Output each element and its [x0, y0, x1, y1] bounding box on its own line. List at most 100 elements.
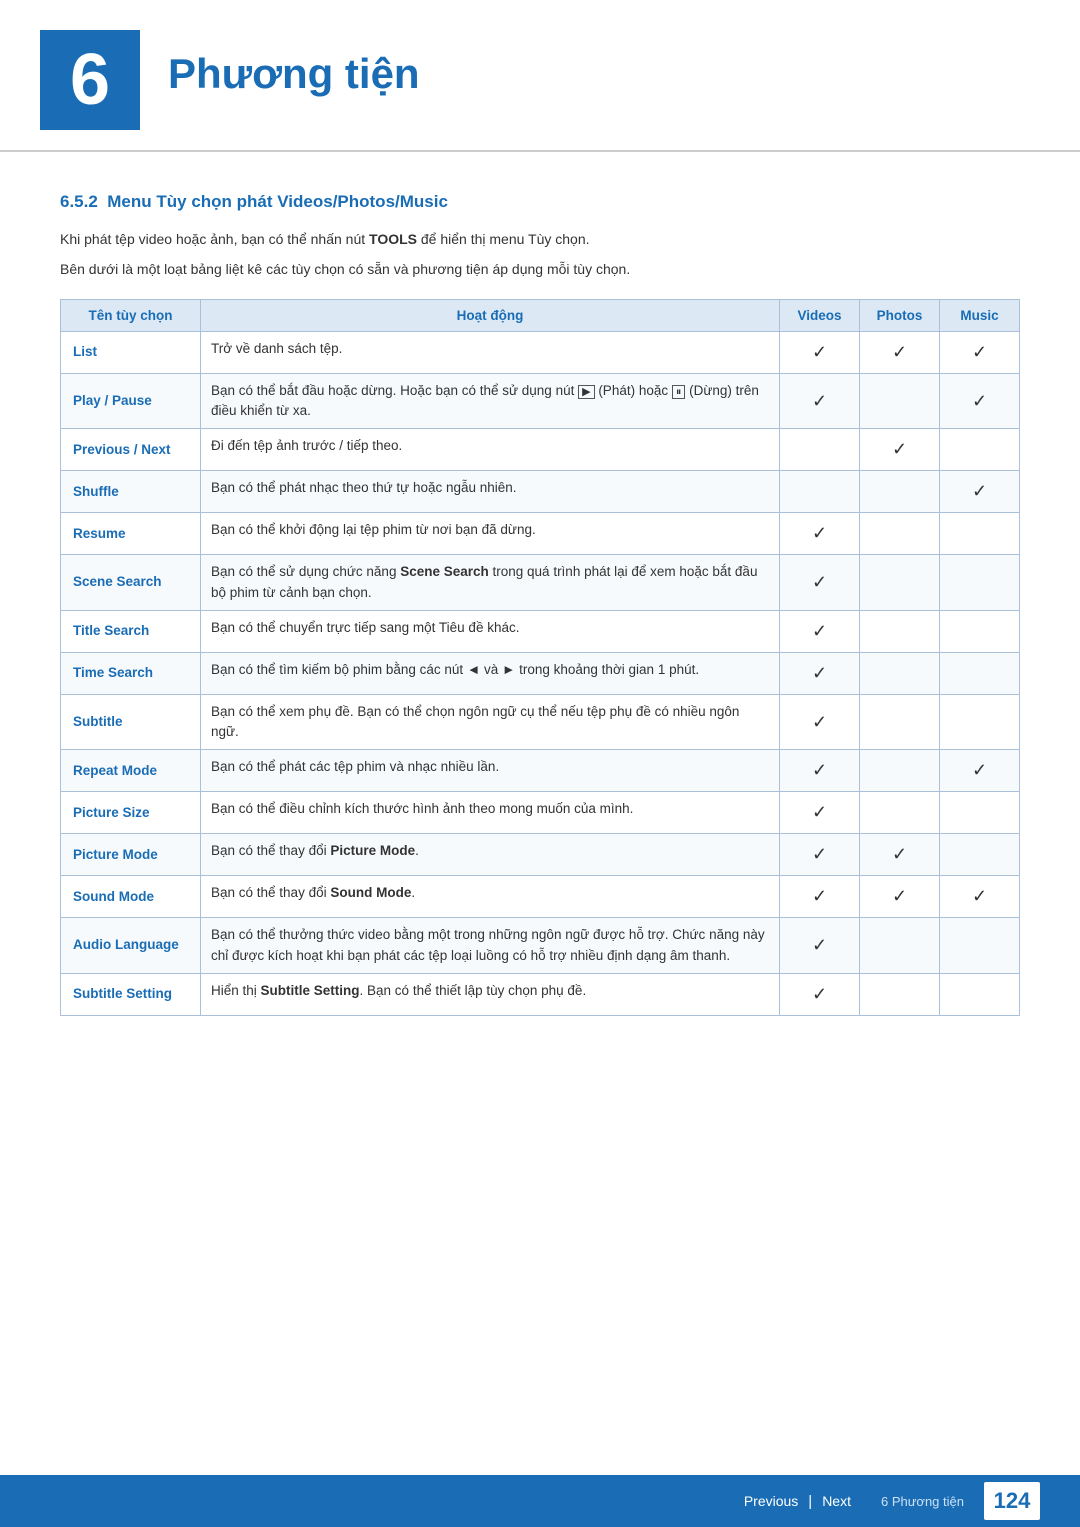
check-videos: ✓	[780, 694, 860, 750]
check-music	[940, 918, 1020, 974]
option-name: Resume	[61, 513, 201, 555]
options-table: Tên tùy chọn Hoạt động Videos Photos Mus…	[60, 299, 1020, 1016]
option-name: Title Search	[61, 610, 201, 652]
check-photos	[860, 750, 940, 792]
col-header-action: Hoạt động	[201, 299, 780, 331]
check-videos: ✓	[780, 834, 860, 876]
check-music	[940, 834, 1020, 876]
option-name: Subtitle Setting	[61, 973, 201, 1015]
option-action: Trở về danh sách tệp.	[201, 331, 780, 373]
check-photos: ✓	[860, 429, 940, 471]
check-photos	[860, 373, 940, 429]
check-photos	[860, 973, 940, 1015]
check-music: ✓	[940, 331, 1020, 373]
option-action: Bạn có thể chuyển trực tiếp sang một Tiê…	[201, 610, 780, 652]
check-photos	[860, 610, 940, 652]
option-action: Bạn có thể bắt đầu hoặc dừng. Hoặc bạn c…	[201, 373, 780, 429]
page-number: 124	[984, 1482, 1040, 1520]
table-row: ShuffleBạn có thể phát nhạc theo thứ tự …	[61, 471, 1020, 513]
page-header: 6 Phương tiện	[0, 0, 1080, 152]
check-videos: ✓	[780, 610, 860, 652]
option-name: Shuffle	[61, 471, 201, 513]
option-action: Bạn có thể sử dụng chức năng Scene Searc…	[201, 555, 780, 611]
check-music: ✓	[940, 876, 1020, 918]
next-button[interactable]: Next	[822, 1493, 851, 1509]
table-row: Previous / NextĐi đến tệp ảnh trước / ti…	[61, 429, 1020, 471]
option-name: Audio Language	[61, 918, 201, 974]
check-music	[940, 973, 1020, 1015]
check-videos: ✓	[780, 792, 860, 834]
col-header-music: Music	[940, 299, 1020, 331]
section-title: 6.5.2 Menu Tùy chọn phát Videos/Photos/M…	[60, 192, 1020, 212]
table-row: Picture SizeBạn có thể điều chỉnh kích t…	[61, 792, 1020, 834]
option-name: Picture Mode	[61, 834, 201, 876]
col-header-videos: Videos	[780, 299, 860, 331]
table-row: Sound ModeBạn có thể thay đổi Sound Mode…	[61, 876, 1020, 918]
table-row: Scene SearchBạn có thể sử dụng chức năng…	[61, 555, 1020, 611]
footer-nav: Previous | Next 6 Phương tiện 124	[744, 1482, 1040, 1520]
check-photos: ✓	[860, 834, 940, 876]
option-action: Hiển thị Subtitle Setting. Bạn có thể th…	[201, 973, 780, 1015]
table-row: Title SearchBạn có thể chuyển trực tiếp …	[61, 610, 1020, 652]
check-videos	[780, 471, 860, 513]
check-photos	[860, 471, 940, 513]
table-row: ListTrở về danh sách tệp.✓✓✓	[61, 331, 1020, 373]
option-name: Picture Size	[61, 792, 201, 834]
check-videos: ✓	[780, 652, 860, 694]
check-photos: ✓	[860, 331, 940, 373]
chapter-title: Phương tiện	[168, 30, 420, 98]
option-action: Bạn có thể phát nhạc theo thứ tự hoặc ng…	[201, 471, 780, 513]
option-name: Scene Search	[61, 555, 201, 611]
check-photos	[860, 652, 940, 694]
check-music: ✓	[940, 373, 1020, 429]
check-videos	[780, 429, 860, 471]
option-action: Bạn có thể xem phụ đề. Bạn có thể chọn n…	[201, 694, 780, 750]
check-videos: ✓	[780, 373, 860, 429]
col-header-photos: Photos	[860, 299, 940, 331]
table-row: Picture ModeBạn có thể thay đổi Picture …	[61, 834, 1020, 876]
check-music: ✓	[940, 471, 1020, 513]
check-music	[940, 652, 1020, 694]
option-action: Bạn có thể khởi động lại tệp phim từ nơi…	[201, 513, 780, 555]
check-music	[940, 694, 1020, 750]
check-photos	[860, 918, 940, 974]
option-action: Bạn có thể thay đổi Sound Mode.	[201, 876, 780, 918]
check-videos: ✓	[780, 876, 860, 918]
option-name: Previous / Next	[61, 429, 201, 471]
check-photos	[860, 792, 940, 834]
check-photos	[860, 513, 940, 555]
table-row: Play / PauseBạn có thể bắt đầu hoặc dừng…	[61, 373, 1020, 429]
check-photos	[860, 694, 940, 750]
check-music: ✓	[940, 750, 1020, 792]
check-videos: ✓	[780, 513, 860, 555]
footer-chapter-label: 6 Phương tiện	[881, 1494, 964, 1509]
table-row: Repeat ModeBạn có thể phát các tệp phim …	[61, 750, 1020, 792]
option-action: Bạn có thể thay đổi Picture Mode.	[201, 834, 780, 876]
option-name: List	[61, 331, 201, 373]
check-videos: ✓	[780, 555, 860, 611]
option-action: Bạn có thể phát các tệp phim và nhạc nhi…	[201, 750, 780, 792]
check-videos: ✓	[780, 973, 860, 1015]
prev-button[interactable]: Previous	[744, 1493, 798, 1509]
option-name: Repeat Mode	[61, 750, 201, 792]
check-music	[940, 792, 1020, 834]
table-row: Audio LanguageBạn có thể thưởng thức vid…	[61, 918, 1020, 974]
option-action: Đi đến tệp ảnh trước / tiếp theo.	[201, 429, 780, 471]
check-photos	[860, 555, 940, 611]
check-music	[940, 513, 1020, 555]
option-action: Bạn có thể thưởng thức video bằng một tr…	[201, 918, 780, 974]
check-music	[940, 429, 1020, 471]
check-videos: ✓	[780, 331, 860, 373]
option-action: Bạn có thể tìm kiếm bộ phim bằng các nút…	[201, 652, 780, 694]
page-footer: Previous | Next 6 Phương tiện 124	[0, 1475, 1080, 1527]
chapter-number: 6	[40, 30, 140, 130]
table-row: SubtitleBạn có thể xem phụ đề. Bạn có th…	[61, 694, 1020, 750]
check-music	[940, 555, 1020, 611]
table-row: ResumeBạn có thể khởi động lại tệp phim …	[61, 513, 1020, 555]
main-content: 6.5.2 Menu Tùy chọn phát Videos/Photos/M…	[0, 162, 1080, 1096]
table-row: Time SearchBạn có thể tìm kiếm bộ phim b…	[61, 652, 1020, 694]
check-photos: ✓	[860, 876, 940, 918]
option-name: Sound Mode	[61, 876, 201, 918]
intro-line1: Khi phát tệp video hoặc ảnh, bạn có thể …	[60, 228, 1020, 250]
option-name: Time Search	[61, 652, 201, 694]
